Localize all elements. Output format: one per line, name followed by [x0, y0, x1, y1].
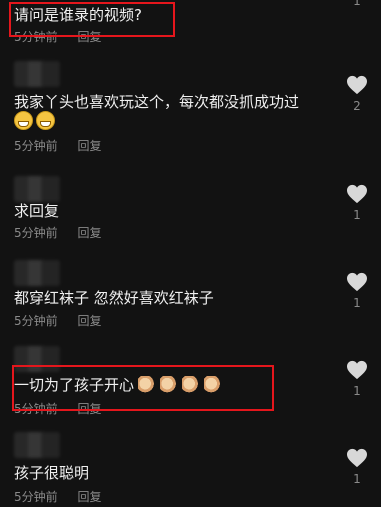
- comment-text: 都穿红袜子 忽然好喜欢红袜子: [14, 289, 214, 307]
- grin-emoji: [36, 111, 55, 130]
- heart-icon: [347, 448, 367, 468]
- like-count: 1: [353, 472, 361, 486]
- comment-text: 求回复: [14, 202, 60, 220]
- comment-item: 我家丫头也喜欢玩这个，每次都没抓成功过 5分钟前 回复 2: [0, 55, 381, 160]
- like-button[interactable]: 1: [345, 448, 369, 486]
- comment-item: 都穿红袜子 忽然好喜欢红袜子 5分钟前 回复 1: [0, 258, 381, 338]
- avatar[interactable]: [14, 176, 60, 202]
- grin-emoji: [14, 111, 33, 130]
- reply-button[interactable]: 回复: [77, 314, 101, 328]
- highlight-box: [12, 365, 274, 411]
- comment-meta: 5分钟前 回复: [14, 312, 117, 329]
- comment-item: 孩子很聪明 5分钟前 回复 1: [0, 430, 381, 507]
- comment-time: 5分钟前: [14, 226, 58, 240]
- reply-button[interactable]: 回复: [77, 490, 101, 504]
- like-button[interactable]: 1: [345, 0, 369, 8]
- comment-time: 5分钟前: [14, 139, 58, 153]
- comment-time: 5分钟前: [14, 314, 58, 328]
- like-count: 2: [353, 99, 361, 113]
- like-count: 1: [353, 208, 361, 222]
- highlight-box: [9, 2, 175, 37]
- emoji-row: [14, 111, 58, 131]
- heart-icon: [347, 75, 367, 95]
- reply-button[interactable]: 回复: [77, 139, 101, 153]
- comment-time: 5分钟前: [14, 490, 58, 504]
- reply-button[interactable]: 回复: [77, 226, 101, 240]
- avatar[interactable]: [14, 61, 60, 87]
- avatar[interactable]: [14, 260, 60, 286]
- like-button[interactable]: 2: [345, 75, 369, 113]
- comment-text: 我家丫头也喜欢玩这个，每次都没抓成功过: [14, 93, 300, 111]
- comment-item: 求回复 5分钟前 回复 1: [0, 172, 381, 252]
- heart-icon: [347, 272, 367, 292]
- heart-icon: [347, 360, 367, 380]
- like-button[interactable]: 1: [345, 272, 369, 310]
- avatar[interactable]: [14, 432, 60, 458]
- comment-meta: 5分钟前 回复: [14, 488, 117, 505]
- like-count: 1: [353, 296, 361, 310]
- like-button[interactable]: 1: [345, 184, 369, 222]
- comment-text: 孩子很聪明: [14, 464, 90, 482]
- heart-icon: [347, 184, 367, 204]
- comment-meta: 5分钟前 回复: [14, 224, 117, 241]
- like-count: 1: [353, 384, 361, 398]
- comment-meta: 5分钟前 回复: [14, 137, 117, 154]
- like-count: 1: [353, 0, 361, 8]
- like-button[interactable]: 1: [345, 360, 369, 398]
